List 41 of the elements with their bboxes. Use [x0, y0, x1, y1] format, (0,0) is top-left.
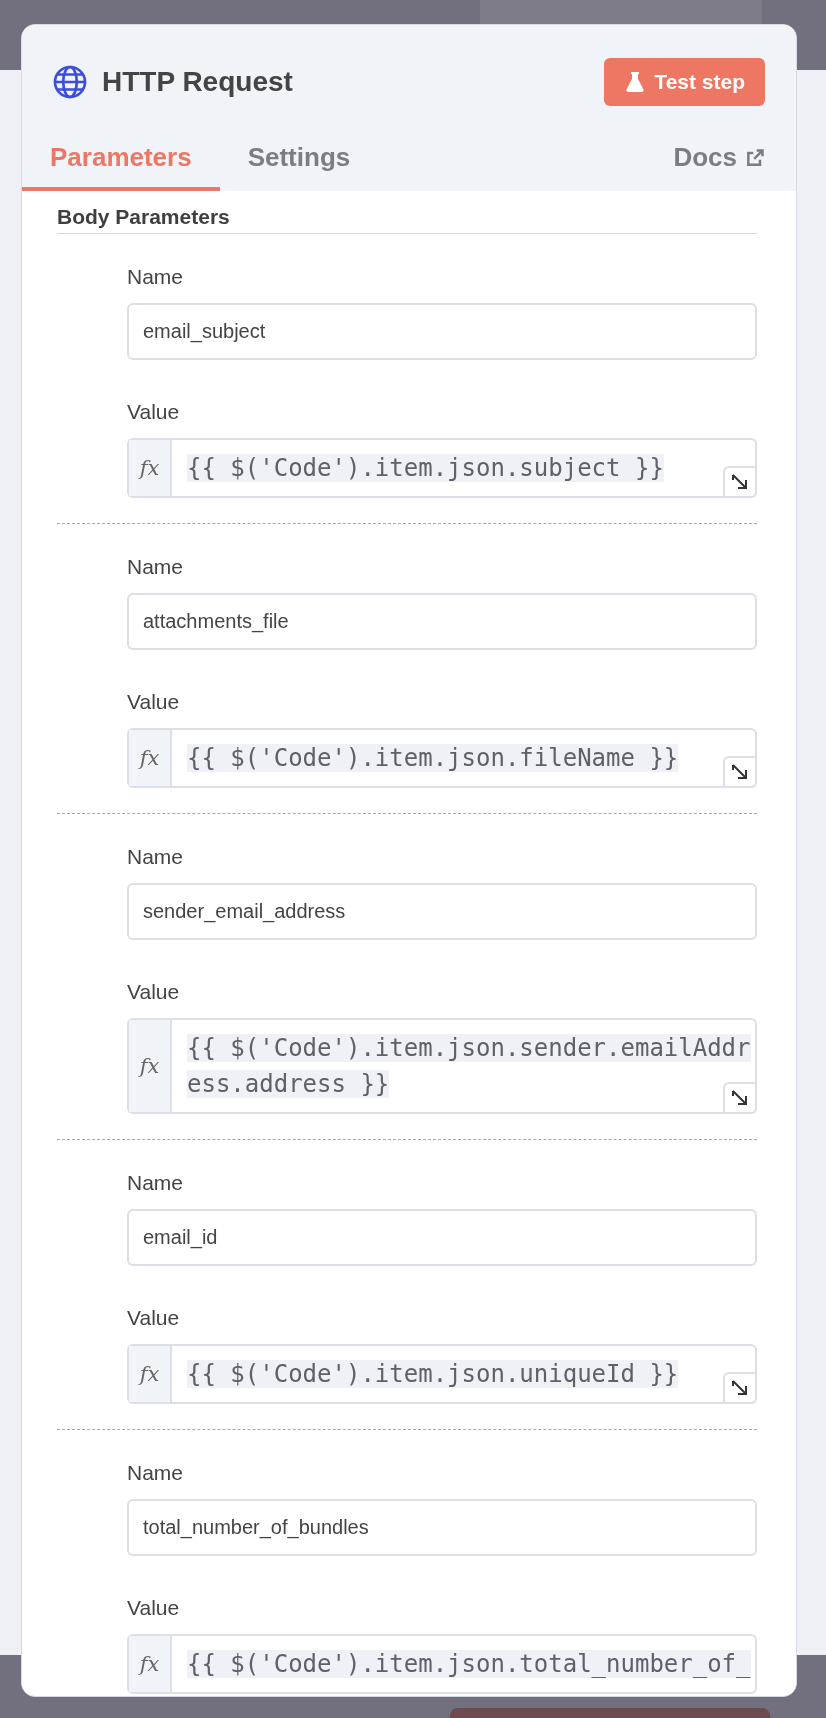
- external-link-icon: [745, 147, 765, 168]
- expression-field[interactable]: fx {{ $('Code').item.json.subject }}: [127, 438, 757, 498]
- globe-icon: [52, 64, 88, 100]
- field-label: Value: [127, 400, 181, 424]
- fx-label: fx: [129, 440, 172, 496]
- name-field[interactable]: total_number_of_bundles: [127, 1499, 757, 1556]
- expression-field[interactable]: fx {{ $('Code').item.json.uniqueId }}: [127, 1344, 757, 1404]
- panel-tab[interactable]: Settings: [219, 134, 379, 191]
- expand-button[interactable]: [723, 1082, 757, 1114]
- field-label: Name: [127, 1171, 185, 1195]
- expand-button[interactable]: [723, 1372, 757, 1404]
- name-field[interactable]: email_id: [127, 1209, 757, 1266]
- field-label: Name: [127, 1461, 185, 1485]
- name-field[interactable]: attachments_file: [127, 593, 757, 650]
- expand-button[interactable]: [723, 756, 757, 788]
- expression-field[interactable]: fx {{ $('Code').item.json.total_number_of_: [127, 1634, 757, 1694]
- expand-icon: [732, 474, 748, 490]
- field-label: Name: [127, 845, 185, 869]
- field-label: Value: [127, 1306, 181, 1330]
- field-label: Name: [127, 555, 185, 579]
- fx-label: fx: [129, 1346, 172, 1402]
- expand-button[interactable]: [723, 466, 757, 498]
- name-field[interactable]: sender_email_address: [127, 883, 757, 940]
- fx-label: fx: [129, 1020, 172, 1112]
- field-label: Value: [127, 1596, 181, 1620]
- expression-field[interactable]: fx {{ $('Code').item.json.sender.emailAddress.address }}: [127, 1018, 757, 1114]
- name-field[interactable]: email_subject: [127, 303, 757, 360]
- fx-label: fx: [129, 1636, 172, 1692]
- field-label: Value: [127, 690, 181, 714]
- node-title: HTTP Request: [102, 66, 293, 98]
- section-title: Body Parameters: [57, 205, 757, 234]
- expand-icon: [732, 1380, 748, 1396]
- expand-icon: [732, 764, 748, 780]
- expand-icon: [732, 1090, 748, 1106]
- test-step-button[interactable]: Test step: [604, 58, 765, 106]
- expression-field[interactable]: fx {{ $('Code').item.json.fileName }}: [127, 728, 757, 788]
- docs-link[interactable]: Docs: [673, 142, 765, 191]
- field-label: Name: [127, 265, 185, 289]
- flask-icon: [626, 71, 645, 93]
- fx-label: fx: [129, 730, 172, 786]
- field-label: Value: [127, 980, 181, 1004]
